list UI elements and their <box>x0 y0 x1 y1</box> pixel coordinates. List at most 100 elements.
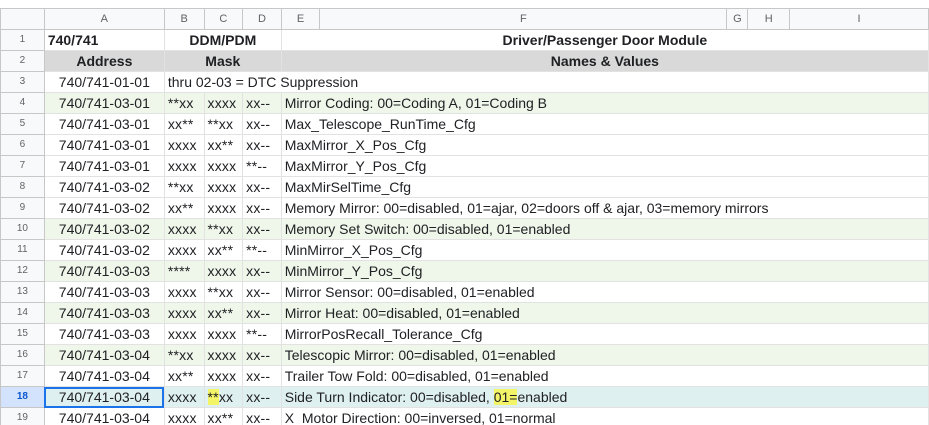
column-header-i[interactable]: I <box>789 8 929 30</box>
name-value-cell[interactable]: Mirror Heat: 00=disabled, 01=enabled <box>280 302 929 324</box>
row-number[interactable]: 5 <box>0 113 45 135</box>
row-number[interactable]: 1 <box>0 29 45 51</box>
mask-cell-d[interactable]: xx-- <box>242 365 282 387</box>
mask-cell-c[interactable]: xxxx <box>203 260 244 282</box>
mask-cell-d[interactable]: xx-- <box>242 113 282 135</box>
mask-cell-c[interactable]: xxxx <box>203 344 244 366</box>
column-header-h[interactable]: H <box>747 8 791 30</box>
row-number[interactable]: 9 <box>0 197 45 219</box>
mask-cell-d[interactable]: xx-- <box>242 302 282 324</box>
column-header-d[interactable]: D <box>242 8 282 30</box>
name-value-cell[interactable]: X_Motor Direction: 00=inversed, 01=norma… <box>280 407 929 425</box>
address-cell[interactable]: 740/741-03-02 <box>43 197 165 219</box>
mask-cell-b[interactable]: xx** <box>163 197 205 219</box>
row-number[interactable]: 2 <box>0 50 45 72</box>
row-number[interactable]: 7 <box>0 155 45 177</box>
names-values-header-cell[interactable]: Names & Values <box>280 50 929 72</box>
column-header-b[interactable]: B <box>163 8 205 30</box>
column-header-a[interactable]: A <box>43 8 165 30</box>
row-number[interactable]: 10 <box>0 218 45 240</box>
mask-cell-c[interactable]: xxxx <box>203 197 244 219</box>
mask-cell-b[interactable]: xxxx <box>163 323 205 345</box>
mask-cell-d[interactable]: xx-- <box>242 344 282 366</box>
mask-cell-d[interactable]: **-- <box>242 239 282 261</box>
mask-cell-b[interactable]: xxxx <box>163 155 205 177</box>
address-cell[interactable]: 740/741-03-04 <box>43 386 165 408</box>
column-header-f[interactable]: F <box>319 8 728 30</box>
row-number[interactable]: 3 <box>0 71 45 93</box>
mask-cell-c[interactable]: xx** <box>203 302 244 324</box>
mask-cell-d[interactable]: xx-- <box>242 92 282 114</box>
address-cell[interactable]: 740/741-03-02 <box>43 176 165 198</box>
row-number[interactable]: 11 <box>0 239 45 261</box>
mask-cell-c[interactable]: **xx <box>203 386 244 408</box>
mask-cell-c[interactable]: xxxx <box>203 176 244 198</box>
row-number[interactable]: 4 <box>0 92 45 114</box>
row-number[interactable]: 6 <box>0 134 45 156</box>
mask-cell-d[interactable]: **-- <box>242 323 282 345</box>
mask-cell-b[interactable]: xxxx <box>163 386 205 408</box>
row-number[interactable]: 14 <box>0 302 45 324</box>
mask-cell-d[interactable]: xx-- <box>242 281 282 303</box>
module-title-cell[interactable]: Driver/Passenger Door Module <box>280 29 929 51</box>
row-number[interactable]: 19 <box>0 407 45 425</box>
mask-cell-c[interactable]: xx** <box>203 239 244 261</box>
mask-cell-b[interactable]: xx** <box>163 113 205 135</box>
address-cell[interactable]: 740/741-03-03 <box>43 323 165 345</box>
mask-cell-b[interactable]: xxxx <box>163 134 205 156</box>
mask-cell-b[interactable]: **** <box>163 260 205 282</box>
mask-cell-d[interactable]: xx-- <box>242 407 282 425</box>
mask-cell-c[interactable]: xxxx <box>203 92 244 114</box>
name-value-cell[interactable]: Telescopic Mirror: 00=disabled, 01=enabl… <box>280 344 929 366</box>
address-cell[interactable]: 740/741-03-04 <box>43 344 165 366</box>
row-number[interactable]: 12 <box>0 260 45 282</box>
address-cell[interactable]: 740/741-03-01 <box>43 113 165 135</box>
mask-cell-d[interactable]: xx-- <box>242 218 282 240</box>
address-cell[interactable]: 740/741-03-03 <box>43 281 165 303</box>
address-cell[interactable]: 740/741-03-01 <box>43 134 165 156</box>
mask-cell-d[interactable]: **-- <box>242 155 282 177</box>
name-value-cell[interactable]: Trailer Tow Fold: 00=disabled, 01=enable… <box>280 365 929 387</box>
row-number[interactable]: 16 <box>0 344 45 366</box>
name-value-cell[interactable]: Max_Telescope_RunTime_Cfg <box>280 113 929 135</box>
row-number[interactable]: 18 <box>0 386 45 408</box>
mask-cell-b[interactable]: **xx <box>163 92 205 114</box>
mask-cell-b[interactable]: xxxx <box>163 302 205 324</box>
name-value-cell[interactable]: Side Turn Indicator: 00=disabled, 01=ena… <box>280 386 929 408</box>
select-all-corner[interactable] <box>0 8 45 30</box>
column-header-c[interactable]: C <box>203 8 244 30</box>
address-cell[interactable]: 740/741-03-02 <box>43 239 165 261</box>
mask-cell-c[interactable]: xx** <box>203 134 244 156</box>
row-number[interactable]: 8 <box>0 176 45 198</box>
name-value-cell[interactable]: Mirror Sensor: 00=disabled, 01=enabled <box>280 281 929 303</box>
mask-cell-b[interactable]: xxxx <box>163 281 205 303</box>
mask-cell-d[interactable]: xx-- <box>242 134 282 156</box>
address-cell[interactable]: 740/741-01-01 <box>43 71 165 93</box>
note-cell[interactable]: thru 02-03 = DTC Suppression <box>163 71 929 93</box>
mask-cell-b[interactable]: **xx <box>163 176 205 198</box>
mask-cell-b[interactable]: xx** <box>163 365 205 387</box>
name-value-cell[interactable]: Memory Mirror: 00=disabled, 01=ajar, 02=… <box>280 197 929 219</box>
row-number[interactable]: 17 <box>0 365 45 387</box>
name-value-cell[interactable]: Memory Set Switch: 00=disabled, 01=enabl… <box>280 218 929 240</box>
address-cell[interactable]: 740/741-03-01 <box>43 92 165 114</box>
name-value-cell[interactable]: MinMirror_Y_Pos_Cfg <box>280 260 929 282</box>
address-header-cell[interactable]: Address <box>43 50 165 72</box>
address-cell[interactable]: 740/741-03-03 <box>43 260 165 282</box>
mask-cell-c[interactable]: **xx <box>203 113 244 135</box>
mask-cell-b[interactable]: xxxx <box>163 239 205 261</box>
name-value-cell[interactable]: MinMirror_X_Pos_Cfg <box>280 239 929 261</box>
address-cell[interactable]: 740/741-03-03 <box>43 302 165 324</box>
mask-cell-d[interactable]: xx-- <box>242 260 282 282</box>
row-number[interactable]: 13 <box>0 281 45 303</box>
row-number[interactable]: 15 <box>0 323 45 345</box>
model-cell[interactable]: 740/741 <box>43 29 165 51</box>
mask-cell-c[interactable]: xxxx <box>203 155 244 177</box>
column-header-g[interactable]: G <box>726 8 749 30</box>
mask-cell-c[interactable]: **xx <box>203 218 244 240</box>
module-code-cell[interactable]: DDM/PDM <box>163 29 282 51</box>
mask-header-cell[interactable]: Mask <box>163 50 282 72</box>
address-cell[interactable]: 740/741-03-01 <box>43 155 165 177</box>
mask-cell-d[interactable]: xx-- <box>242 386 282 408</box>
mask-cell-c[interactable]: xxxx <box>203 365 244 387</box>
